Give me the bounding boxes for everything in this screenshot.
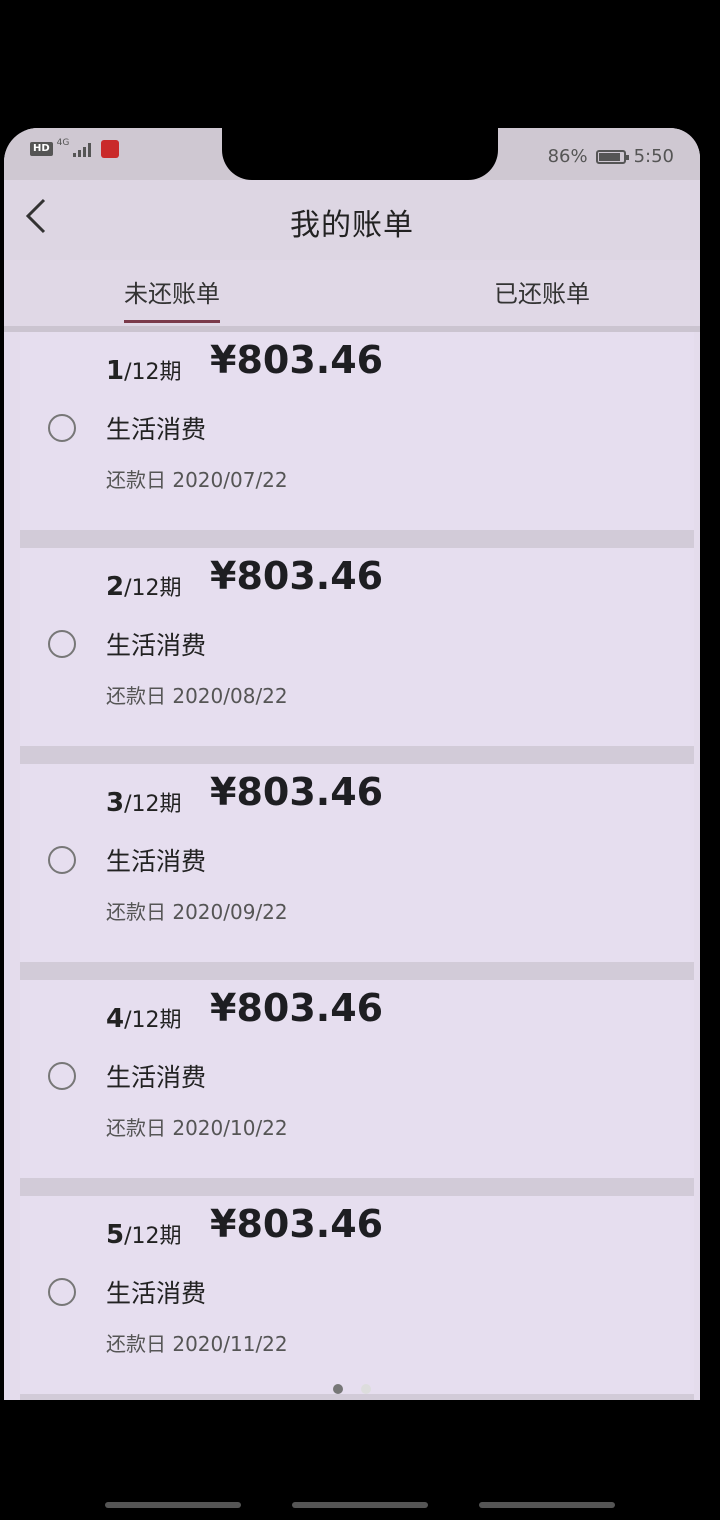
select-radio[interactable]	[48, 1062, 76, 1090]
bill-amount: ¥803.46	[210, 554, 384, 598]
due-date: 还款日 2020/11/22	[106, 1332, 288, 1356]
installment-period: 2/12期	[106, 570, 182, 602]
installment-period: 3/12期	[106, 786, 182, 818]
status-left: HD 4G	[30, 138, 120, 158]
nav-gesture-bar[interactable]	[105, 1502, 242, 1508]
period-number: 2	[106, 572, 125, 602]
period-number: 3	[106, 788, 125, 818]
clock: 5:50	[633, 146, 674, 167]
system-nav-bar	[0, 1502, 720, 1508]
bill-item[interactable]: 2/12期 ¥803.46 生活消费 还款日 2020/08/22	[20, 548, 694, 764]
period-total: /12期	[124, 1224, 182, 1249]
tab-paid-bills[interactable]: 已还账单	[494, 274, 590, 309]
bill-amount: ¥803.46	[210, 338, 384, 382]
bill-item[interactable]: 1/12期 ¥803.46 生活消费 还款日 2020/07/22	[20, 332, 694, 548]
due-date: 还款日 2020/10/22	[106, 1116, 288, 1140]
installment-period: 1/12期	[106, 354, 182, 386]
bill-list: 1/12期 ¥803.46 生活消费 还款日 2020/07/22 2/12期 …	[20, 332, 694, 1400]
select-radio[interactable]	[48, 630, 76, 658]
bill-category: 生活消费	[106, 847, 207, 876]
nav-gesture-bar[interactable]	[291, 1502, 428, 1508]
battery-percent: 86%	[547, 146, 588, 167]
period-number: 1	[106, 356, 125, 386]
bill-item[interactable]: 5/12期 ¥803.46 生活消费 还款日 2020/11/22	[20, 1196, 694, 1400]
page-indicator	[4, 1384, 700, 1394]
period-total: /12期	[124, 360, 182, 385]
due-date: 还款日 2020/08/22	[106, 684, 288, 708]
select-radio[interactable]	[48, 1278, 76, 1306]
tab-bar: 未还账单 已还账单	[4, 260, 700, 332]
nav-gesture-bar[interactable]	[478, 1502, 615, 1508]
tab-unpaid-bills[interactable]: 未还账单	[124, 274, 220, 323]
bill-item[interactable]: 4/12期 ¥803.46 生活消费 还款日 2020/10/22	[20, 980, 694, 1196]
page-title: 我的账单	[290, 208, 414, 243]
period-total: /12期	[124, 1008, 182, 1033]
bill-amount: ¥803.46	[210, 986, 384, 1030]
page-dot	[333, 1384, 343, 1394]
bill-category: 生活消费	[106, 1063, 207, 1092]
select-radio[interactable]	[48, 414, 76, 442]
status-right: 86% 5:50	[548, 146, 674, 167]
bill-category: 生活消费	[106, 415, 207, 444]
hd-icon: HD	[30, 142, 53, 156]
camera-notch	[222, 128, 498, 180]
signal-icon	[73, 141, 92, 157]
period-number: 5	[106, 1220, 125, 1250]
bill-category: 生活消费	[106, 1279, 207, 1308]
battery-icon	[595, 149, 629, 164]
network-label: 4G	[56, 138, 70, 148]
due-date: 还款日 2020/09/22	[106, 900, 288, 924]
select-radio[interactable]	[48, 846, 76, 874]
installment-period: 4/12期	[106, 1002, 182, 1034]
period-total: /12期	[124, 792, 182, 817]
page-dot-active	[361, 1384, 371, 1394]
period-number: 4	[106, 1004, 125, 1034]
installment-period: 5/12期	[106, 1218, 182, 1250]
bill-item[interactable]: 3/12期 ¥803.46 生活消费 还款日 2020/09/22	[20, 764, 694, 980]
bill-amount: ¥803.46	[210, 770, 384, 814]
bill-category: 生活消费	[106, 631, 207, 660]
bill-amount: ¥803.46	[210, 1202, 384, 1246]
nav-bar: 我的账单	[4, 180, 700, 260]
period-total: /12期	[124, 576, 182, 601]
status-bar: HD 4G 86% 5:50	[4, 128, 700, 180]
due-date: 还款日 2020/07/22	[106, 468, 288, 492]
phone-screen: HD 4G 86% 5:50 我的账单 未还账单 已还账单 1/12期 ¥803…	[4, 128, 700, 1400]
app-notification-icon	[101, 140, 120, 158]
